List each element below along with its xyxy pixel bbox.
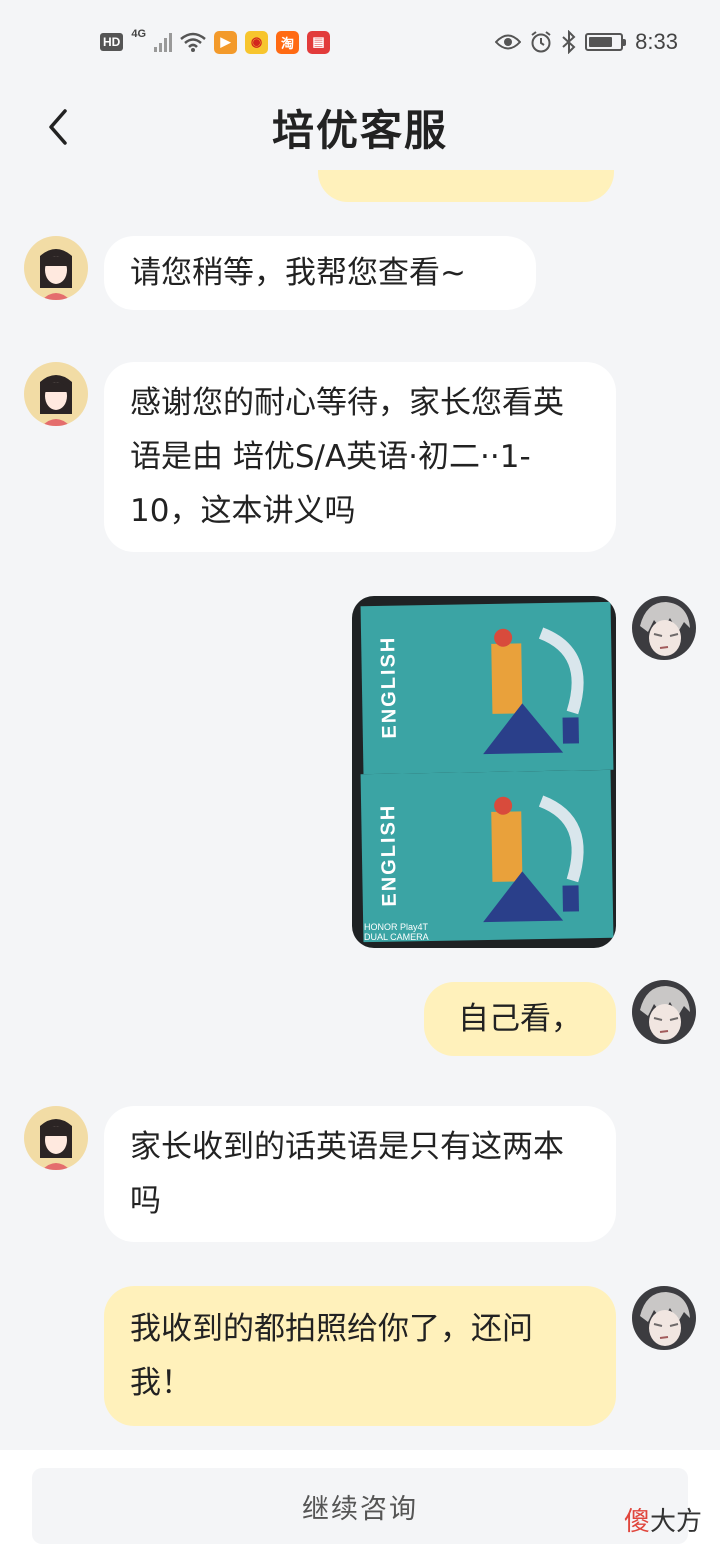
page-title: 培优客服 <box>271 105 448 155</box>
battery-icon <box>585 33 627 51</box>
shared-photo[interactable]: ENGLISH ENGLISH HONOR Play4T DUAL CAMERA <box>352 596 616 948</box>
weibo-icon: ◉ <box>245 30 269 54</box>
message-bubble[interactable]: 感谢您的耐心等待，家长您看英语是由 培优S/A英语·初二··1-10，这本讲义吗 <box>104 362 616 552</box>
bluetooth-icon <box>562 30 576 54</box>
message-text: 感谢您的耐心等待，家长您看英语是由 培优S/A英语·初二··1-10，这本讲义吗 <box>130 385 564 529</box>
message-bubble[interactable]: 我收到的都拍照给你了，还问我！ <box>104 1286 616 1426</box>
chat-list[interactable]: 请您稍等，我帮您查看~ 感谢您的耐心等待，家长您看英语是由 培优S/A英语·初二… <box>0 170 720 1450</box>
battery-fill <box>589 37 612 47</box>
message-bubble[interactable]: 家长收到的话英语是只有这两本吗 <box>104 1106 616 1242</box>
user-avatar[interactable] <box>632 596 696 660</box>
hd-indicator: HD <box>100 33 124 51</box>
message-text: 家长收到的话英语是只有这两本吗 <box>130 1129 564 1219</box>
header: 培优客服 <box>0 84 720 170</box>
status-left: HD 4G ▶ ◉ 淘 ▤ <box>100 28 331 54</box>
message-text: 自己看， <box>458 1001 582 1037</box>
agent-avatar[interactable] <box>24 1106 88 1170</box>
book-title-text: ENGLISH <box>377 803 401 907</box>
status-bar: HD 4G ▶ ◉ 淘 ▤ 8:33 <box>0 0 720 84</box>
agent-avatar[interactable] <box>24 362 88 426</box>
book-cover-top: ENGLISH <box>360 601 614 775</box>
brand-watermark-rest: 大方 <box>649 1507 702 1537</box>
alarm-icon <box>531 31 551 53</box>
agent-avatar[interactable] <box>24 236 88 300</box>
continue-consult-button[interactable]: 继续咨询 <box>32 1468 688 1544</box>
reader-app-icon: ▤ <box>307 30 331 54</box>
signal-icon <box>154 32 173 52</box>
message-text: 请您稍等，我帮您查看~ <box>130 255 466 291</box>
user-avatar[interactable] <box>632 980 696 1044</box>
clock: 8:33 <box>635 29 678 54</box>
status-right: 8:33 <box>495 29 678 55</box>
bottom-bar: 继续咨询 傻大方 <box>0 1450 720 1560</box>
previous-message-bubble <box>318 170 614 202</box>
brand-watermark: 傻大方 <box>624 1501 702 1538</box>
back-button[interactable] <box>36 102 80 152</box>
network-type: 4G <box>131 28 147 40</box>
user-avatar[interactable] <box>632 1286 696 1350</box>
book-illustration <box>483 795 584 923</box>
eye-icon <box>495 34 522 50</box>
message-bubble[interactable]: 自己看， <box>424 982 616 1056</box>
wifi-icon <box>180 32 206 52</box>
camera-watermark: HONOR Play4T DUAL CAMERA <box>364 922 429 942</box>
video-app-icon: ▶ <box>214 30 238 54</box>
brand-watermark-highlight: 傻 <box>623 1507 650 1537</box>
book-cover-bottom: ENGLISH <box>360 769 614 943</box>
message-text: 我收到的都拍照给你了，还问我！ <box>130 1311 533 1401</box>
taobao-icon: 淘 <box>276 30 300 54</box>
book-illustration <box>483 627 584 755</box>
book-title-text: ENGLISH <box>377 635 401 739</box>
message-bubble[interactable]: 请您稍等，我帮您查看~ <box>104 236 536 310</box>
chevron-left-icon <box>49 109 67 145</box>
